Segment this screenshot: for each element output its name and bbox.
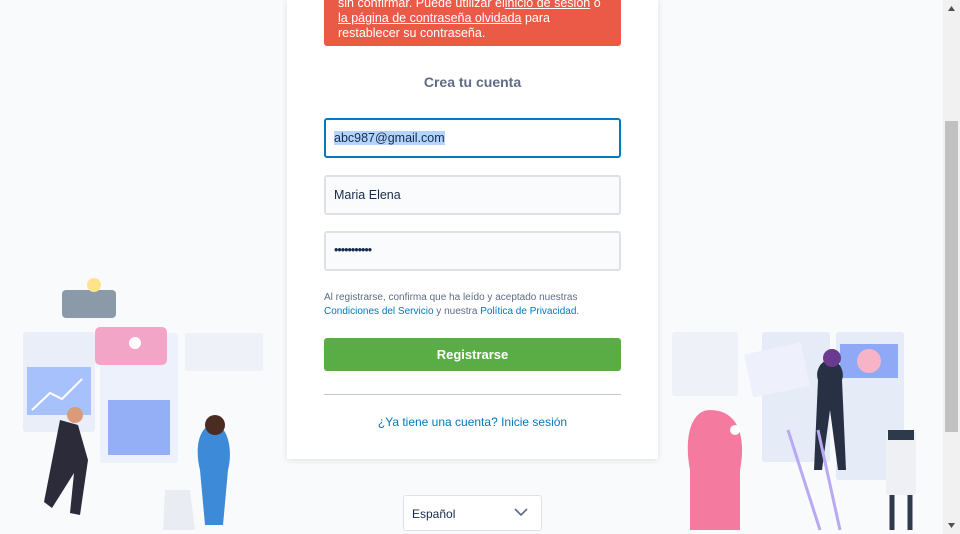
alert-forgot-password-link[interactable]: la página de contraseña olvidada xyxy=(338,11,521,25)
password-value: ••••••••••• xyxy=(334,243,372,257)
privacy-policy-link[interactable]: Política de Privacidad xyxy=(480,306,576,317)
alert-login-link[interactable]: inicio de sesión xyxy=(505,0,590,10)
chevron-down-icon xyxy=(514,508,528,517)
alert-text-2: para xyxy=(521,11,550,25)
password-field[interactable]: ••••••••••• xyxy=(324,231,621,271)
scrollbar[interactable] xyxy=(943,0,960,534)
left-illustration xyxy=(23,278,263,530)
right-illustration xyxy=(672,332,916,531)
name-field[interactable]: Maria Elena xyxy=(324,175,621,215)
terms-text: Al registrarse, confirma que ha leído y … xyxy=(324,291,621,319)
terms-prefix: Al registrarse, confirma que ha leído y … xyxy=(324,292,578,303)
register-button[interactable]: Registrarse xyxy=(324,338,621,371)
alert-text-1-end: o xyxy=(590,0,601,10)
terms-mid: y nuestra xyxy=(433,306,481,317)
language-value: Español xyxy=(412,507,456,521)
email-field[interactable]: abc987@gmail.com xyxy=(324,118,621,158)
signup-card xyxy=(287,0,658,459)
email-value: abc987@gmail.com xyxy=(334,131,445,145)
scroll-down-arrow-icon[interactable] xyxy=(947,521,956,530)
scroll-up-arrow-icon[interactable] xyxy=(947,4,956,13)
alert-text-3: restablecer su contraseña. xyxy=(338,26,486,40)
page-title: Crea tu cuenta xyxy=(423,74,522,90)
scrollbar-thumb[interactable] xyxy=(945,121,958,432)
terms-of-service-link[interactable]: Condiciones del Servicio xyxy=(324,306,434,317)
language-select[interactable]: Español xyxy=(403,495,542,531)
divider xyxy=(324,394,621,395)
login-link[interactable]: ¿Ya tiene una cuenta? Inicie sesión xyxy=(287,415,658,429)
terms-end: . xyxy=(576,306,580,317)
name-value: Maria Elena xyxy=(334,188,401,202)
error-alert: sin confirmar. Puede utilizar elinicio d… xyxy=(324,0,621,46)
alert-text-1: sin confirmar. Puede utilizar el xyxy=(338,0,505,10)
